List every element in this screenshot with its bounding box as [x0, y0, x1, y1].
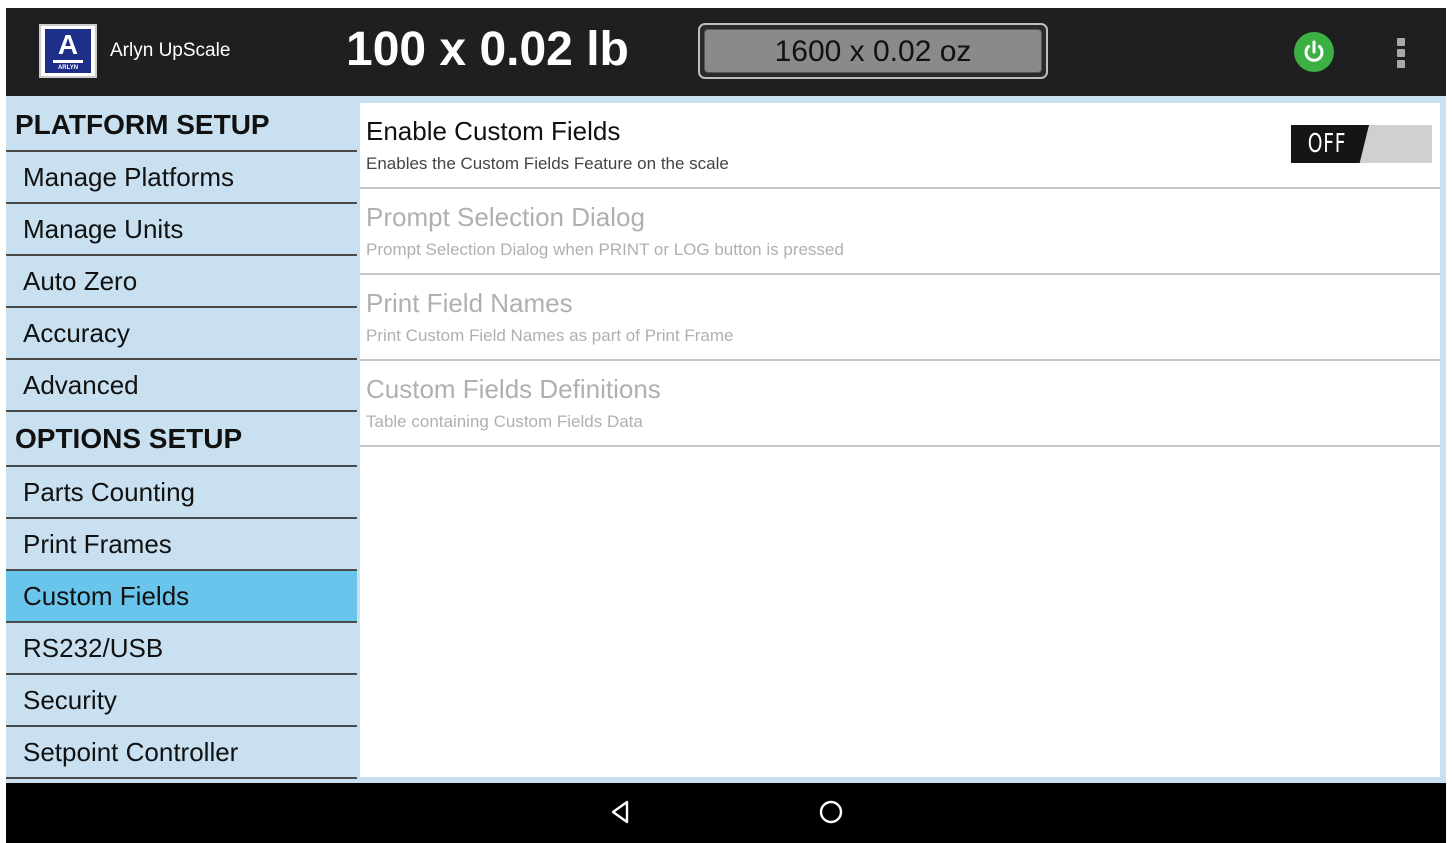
- pref-enable-custom-fields[interactable]: Enable Custom Fields Enables the Custom …: [360, 103, 1440, 189]
- home-icon[interactable]: [816, 797, 846, 827]
- preferences-panel: Enable Custom Fields Enables the Custom …: [360, 103, 1440, 777]
- weight-secondary-value: 1600 x 0.02 oz: [704, 29, 1042, 73]
- pref-title: Custom Fields Definitions: [366, 374, 661, 404]
- weight-primary-display: 100 x 0.02 lb: [346, 23, 629, 76]
- pref-custom-fields-definitions: Custom Fields Definitions Table containi…: [360, 361, 1440, 447]
- sidebar-item-accuracy[interactable]: Accuracy: [6, 308, 357, 360]
- pref-print-field-names: Print Field Names Print Custom Field Nam…: [360, 275, 1440, 361]
- enable-custom-fields-toggle[interactable]: OFF: [1291, 125, 1432, 163]
- pref-title: Enable Custom Fields: [366, 116, 621, 146]
- toggle-label: OFF: [1307, 129, 1347, 159]
- pref-title: Print Field Names: [366, 288, 573, 318]
- sidebar-item-manage-platforms[interactable]: Manage Platforms: [6, 152, 357, 204]
- pref-summary: Print Custom Field Names as part of Prin…: [366, 326, 734, 345]
- app-title: Arlyn UpScale: [110, 40, 231, 61]
- logo-letter: A: [57, 29, 79, 60]
- settings-sidebar: PLATFORM SETUP Manage Platforms Manage U…: [6, 100, 357, 784]
- sidebar-item-rs232-usb[interactable]: RS232/USB: [6, 623, 357, 675]
- back-icon[interactable]: [606, 797, 636, 827]
- sidebar-item-setpoint-controller[interactable]: Setpoint Controller: [6, 727, 357, 779]
- sidebar-item-print-frames[interactable]: Print Frames: [6, 519, 357, 571]
- pref-summary: Table containing Custom Fields Data: [366, 412, 643, 431]
- sidebar-item-parts-counting[interactable]: Parts Counting: [6, 467, 357, 519]
- logo-word: ARLYN: [57, 65, 79, 71]
- overflow-menu-icon[interactable]: [1386, 36, 1416, 70]
- power-icon: [1304, 40, 1324, 62]
- pref-title: Prompt Selection Dialog: [366, 202, 645, 232]
- sidebar-item-auto-zero[interactable]: Auto Zero: [6, 256, 357, 308]
- arlyn-logo: A ARLYN: [39, 24, 97, 78]
- pref-summary: Prompt Selection Dialog when PRINT or LO…: [366, 240, 844, 259]
- sidebar-item-custom-fields[interactable]: Custom Fields: [6, 571, 357, 623]
- top-bar: A ARLYN Arlyn UpScale 100 x 0.02 lb 1600…: [6, 8, 1446, 96]
- weight-secondary-display[interactable]: 1600 x 0.02 oz: [698, 23, 1048, 79]
- app-frame: A ARLYN Arlyn UpScale 100 x 0.02 lb 1600…: [6, 8, 1446, 843]
- section-header-options-setup: OPTIONS SETUP: [6, 412, 357, 467]
- section-header-platform-setup: PLATFORM SETUP: [6, 100, 357, 152]
- power-button[interactable]: [1294, 32, 1334, 72]
- sidebar-item-security[interactable]: Security: [6, 675, 357, 727]
- system-nav-bar: [6, 783, 1446, 843]
- sidebar-item-manage-units[interactable]: Manage Units: [6, 204, 357, 256]
- pref-prompt-selection-dialog: Prompt Selection Dialog Prompt Selection…: [360, 189, 1440, 275]
- pref-summary: Enables the Custom Fields Feature on the…: [366, 154, 729, 173]
- sidebar-item-advanced[interactable]: Advanced: [6, 360, 357, 412]
